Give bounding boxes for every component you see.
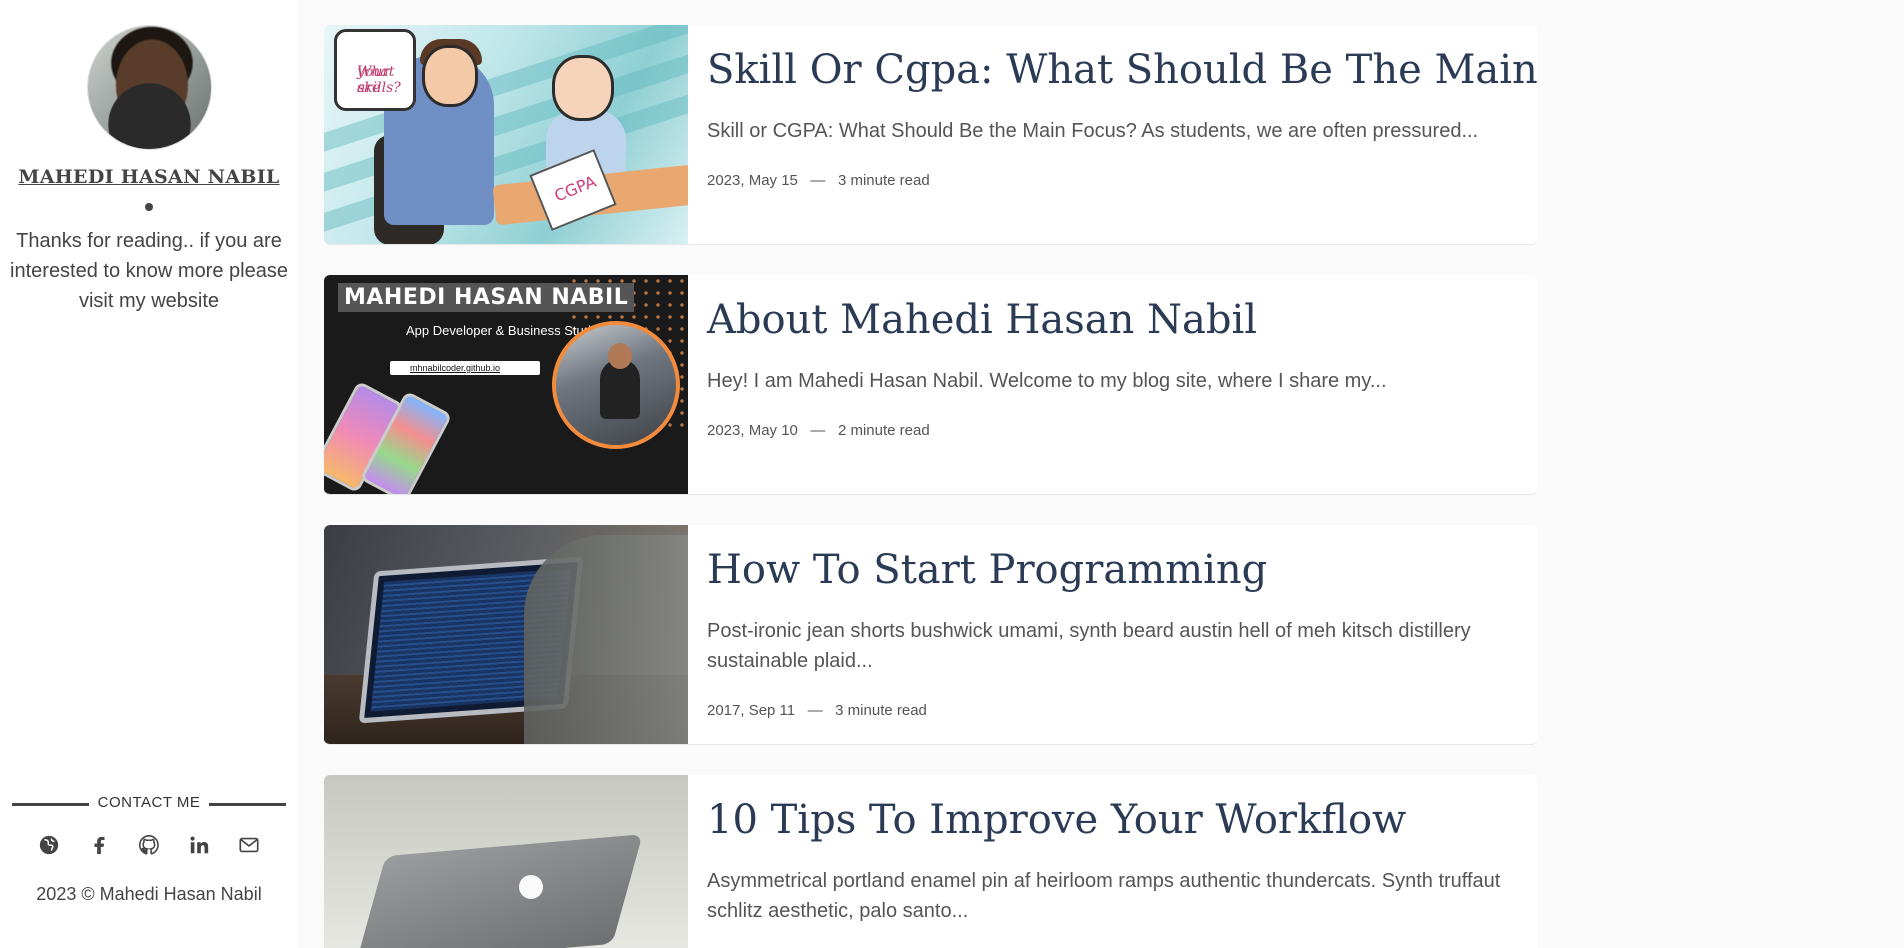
banner-title: MAHEDI HASAN NABIL: [338, 283, 635, 312]
post-meta: 2023, May 15 — 3 minute read: [707, 172, 930, 189]
read-time: 3 minute read: [837, 172, 930, 189]
read-time: 2 minute read: [837, 422, 930, 439]
github-icon[interactable]: [136, 832, 162, 858]
author-name-link[interactable]: MAHEDI HASAN NABIL: [0, 166, 298, 188]
post-meta: 2017, Sep 11 — 3 minute read: [707, 702, 927, 719]
post-card[interactable]: MAHEDI HASAN NABIL App Developer & Busin…: [324, 275, 1537, 495]
copyright: 2023 © Mahedi Hasan Nabil: [36, 884, 262, 904]
post-thumbnail[interactable]: [324, 775, 688, 948]
meta-separator: —: [807, 702, 823, 719]
post-thumbnail[interactable]: MAHEDI HASAN NABIL App Developer & Busin…: [324, 275, 688, 494]
divider-left: [12, 803, 89, 806]
divider-right: [209, 803, 286, 806]
post-title[interactable]: Skill Or Cgpa: What Should Be The Main F…: [707, 47, 1537, 93]
bubble-line-2: your skills?: [357, 64, 401, 96]
meta-separator: —: [810, 422, 826, 439]
post-card[interactable]: CGPA What are your skills? Skill Or Cgpa:…: [324, 25, 1537, 245]
banner-url: mhnabilcoder.github.io: [390, 361, 540, 375]
avatar[interactable]: [87, 25, 212, 150]
contact-heading: CONTACT ME: [12, 794, 286, 814]
post-thumbnail[interactable]: [324, 525, 688, 744]
post-date: 2023, May 15: [707, 172, 798, 189]
post-title[interactable]: About Mahedi Hasan Nabil: [707, 297, 1507, 343]
post-excerpt: Hey! I am Mahedi Hasan Nabil. Welcome to…: [707, 370, 1387, 392]
separator-dot: [145, 203, 153, 211]
speech-bubble: What are your skills?: [334, 29, 416, 111]
social-links: [36, 830, 262, 860]
post-title[interactable]: How To Start Programming: [707, 547, 1507, 593]
post-thumbnail[interactable]: CGPA What are your skills?: [324, 25, 688, 244]
post-excerpt: Post-ironic jean shorts bushwick umami, …: [707, 620, 1471, 672]
sidebar: MAHEDI HASAN NABIL Thanks for reading.. …: [0, 0, 298, 948]
author-bio: Thanks for reading.. if you are interest…: [10, 230, 288, 312]
post-date: 2023, May 10: [707, 422, 798, 439]
contact-label: CONTACT ME: [97, 794, 201, 811]
post-date: 2017, Sep 11: [707, 702, 796, 719]
mail-icon[interactable]: [236, 832, 262, 858]
post-title[interactable]: 10 Tips To Improve Your Workflow: [707, 797, 1507, 843]
paper-text: CGPA: [551, 171, 599, 206]
post-card[interactable]: 10 Tips To Improve Your Workflow Asymmet…: [324, 775, 1537, 948]
linkedin-icon[interactable]: [186, 832, 212, 858]
author-photo-circle: [552, 321, 680, 449]
read-time: 3 minute read: [835, 702, 927, 719]
apple-logo: [519, 875, 543, 899]
meta-separator: —: [810, 172, 826, 189]
post-meta: 2023, May 10 — 2 minute read: [707, 422, 930, 439]
facebook-icon[interactable]: [86, 832, 112, 858]
post-excerpt: Skill or CGPA: What Should Be the Main F…: [707, 120, 1479, 142]
globe-icon[interactable]: [36, 832, 62, 858]
post-card[interactable]: How To Start Programming Post-ironic jea…: [324, 525, 1537, 745]
post-excerpt: Asymmetrical portland enamel pin af heir…: [707, 870, 1501, 922]
